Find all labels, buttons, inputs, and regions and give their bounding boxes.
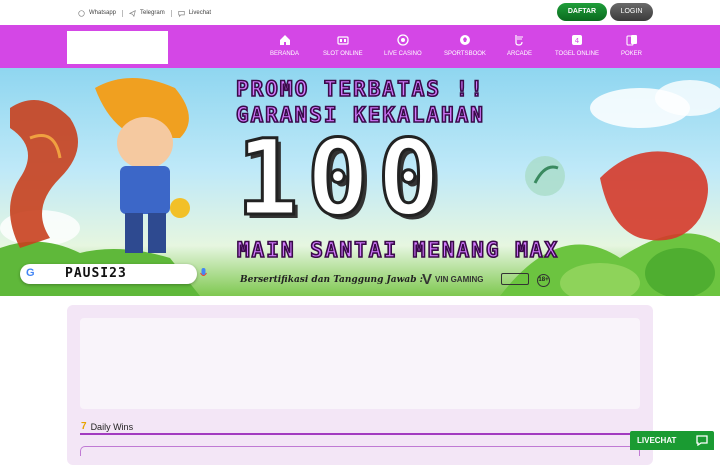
home-icon — [279, 35, 290, 45]
chat-bubble-icon — [696, 435, 708, 446]
svg-text:4: 4 — [575, 37, 580, 45]
daily-wins-header: 7 Daily Wins — [81, 421, 133, 432]
promo-tagline: MAIN SANTAI MENANG MAX — [236, 237, 560, 263]
contact-livechat-label: Livechat — [188, 10, 212, 16]
login-button[interactable]: LOGIN — [610, 3, 653, 21]
nav-item-sportsbook[interactable]: SPORTSBOOK — [444, 34, 486, 57]
contact-whatsapp-label: Whatsapp — [89, 10, 117, 16]
vin-gaming-logo: V VIN GAMING — [422, 271, 483, 288]
nav-item-beranda[interactable]: BERANDA — [270, 34, 299, 57]
promo-big-number: 100 — [235, 117, 448, 239]
nav-item-label: ARCADE — [507, 51, 533, 57]
search-query-text: PAUSI23 — [65, 266, 127, 281]
contact-telegram[interactable]: Telegram — [122, 9, 171, 17]
gaming-curacao-badge-icon — [501, 273, 529, 285]
seven-icon: 7 — [81, 421, 87, 432]
certification-text: Bersertifikasi dan Tanggung Jawab : — [240, 275, 423, 285]
daftar-button[interactable]: DAFTAR — [557, 3, 607, 21]
livechat-label: LIVECHAT — [637, 436, 677, 445]
contact-links: Whatsapp Telegram Livechat — [72, 6, 217, 20]
contact-whatsapp[interactable]: Whatsapp — [72, 9, 122, 17]
nav-item-label: SLOT ONLINE — [323, 51, 363, 57]
site-logo[interactable] — [67, 31, 168, 64]
poker-cards-icon — [625, 35, 637, 46]
nav-item-label: SPORTSBOOK — [444, 51, 486, 57]
nav-item-poker[interactable]: POKER — [621, 34, 642, 57]
microphone-icon — [200, 268, 207, 276]
chat-bubble-icon — [178, 10, 185, 17]
livechat-button[interactable]: LIVECHAT — [630, 431, 714, 450]
nav-item-label: LIVE CASINO — [384, 51, 422, 57]
contact-livechat[interactable]: Livechat — [170, 9, 217, 17]
content-panel: 7 Daily Wins — [67, 305, 653, 465]
contact-telegram-label: Telegram — [140, 10, 165, 16]
soccer-ball-icon — [459, 35, 470, 45]
slot-machine-icon — [337, 36, 349, 45]
nav-item-label: BERANDA — [270, 51, 300, 57]
google-icon: G — [26, 267, 35, 279]
nav-item-label: POKER — [621, 51, 643, 57]
nav-item-label: TOGEL ONLINE — [555, 51, 600, 57]
nav-item-arcade[interactable]: ARCADE — [507, 34, 532, 57]
content-placeholder-box — [80, 318, 640, 409]
vin-gaming-label: VIN GAMING — [435, 275, 484, 284]
fishing-icon — [514, 35, 523, 46]
lottery-icon: 4 — [572, 35, 582, 45]
daily-wins-divider — [80, 433, 640, 435]
promo-headline: PROMO TERBATAS !! — [235, 76, 485, 102]
telegram-icon — [129, 9, 136, 17]
main-nav: BERANDA SLOT ONLINE LIVE CASINO SPORTSBO… — [0, 25, 720, 68]
promo-banner[interactable]: PROMO TERBATAS !! GARANSI KEKALAHAN 100 … — [0, 68, 720, 296]
vin-gaming-icon: V — [422, 271, 433, 288]
casino-chip-icon — [397, 34, 409, 46]
daily-wins-label: Daily Wins — [90, 421, 134, 432]
whatsapp-icon — [78, 9, 85, 17]
nav-item-togel-online[interactable]: 4 TOGEL ONLINE — [555, 34, 599, 57]
nav-item-slot-online[interactable]: SLOT ONLINE — [323, 34, 363, 57]
nav-item-live-casino[interactable]: LIVE CASINO — [384, 34, 422, 57]
banner-search-bar: G PAUSI23 — [20, 264, 207, 284]
daily-wins-list — [80, 446, 640, 456]
age-restriction-badge: 18+ — [537, 274, 550, 287]
top-bar: Whatsapp Telegram Livechat DAFTAR LOGIN — [0, 0, 720, 25]
